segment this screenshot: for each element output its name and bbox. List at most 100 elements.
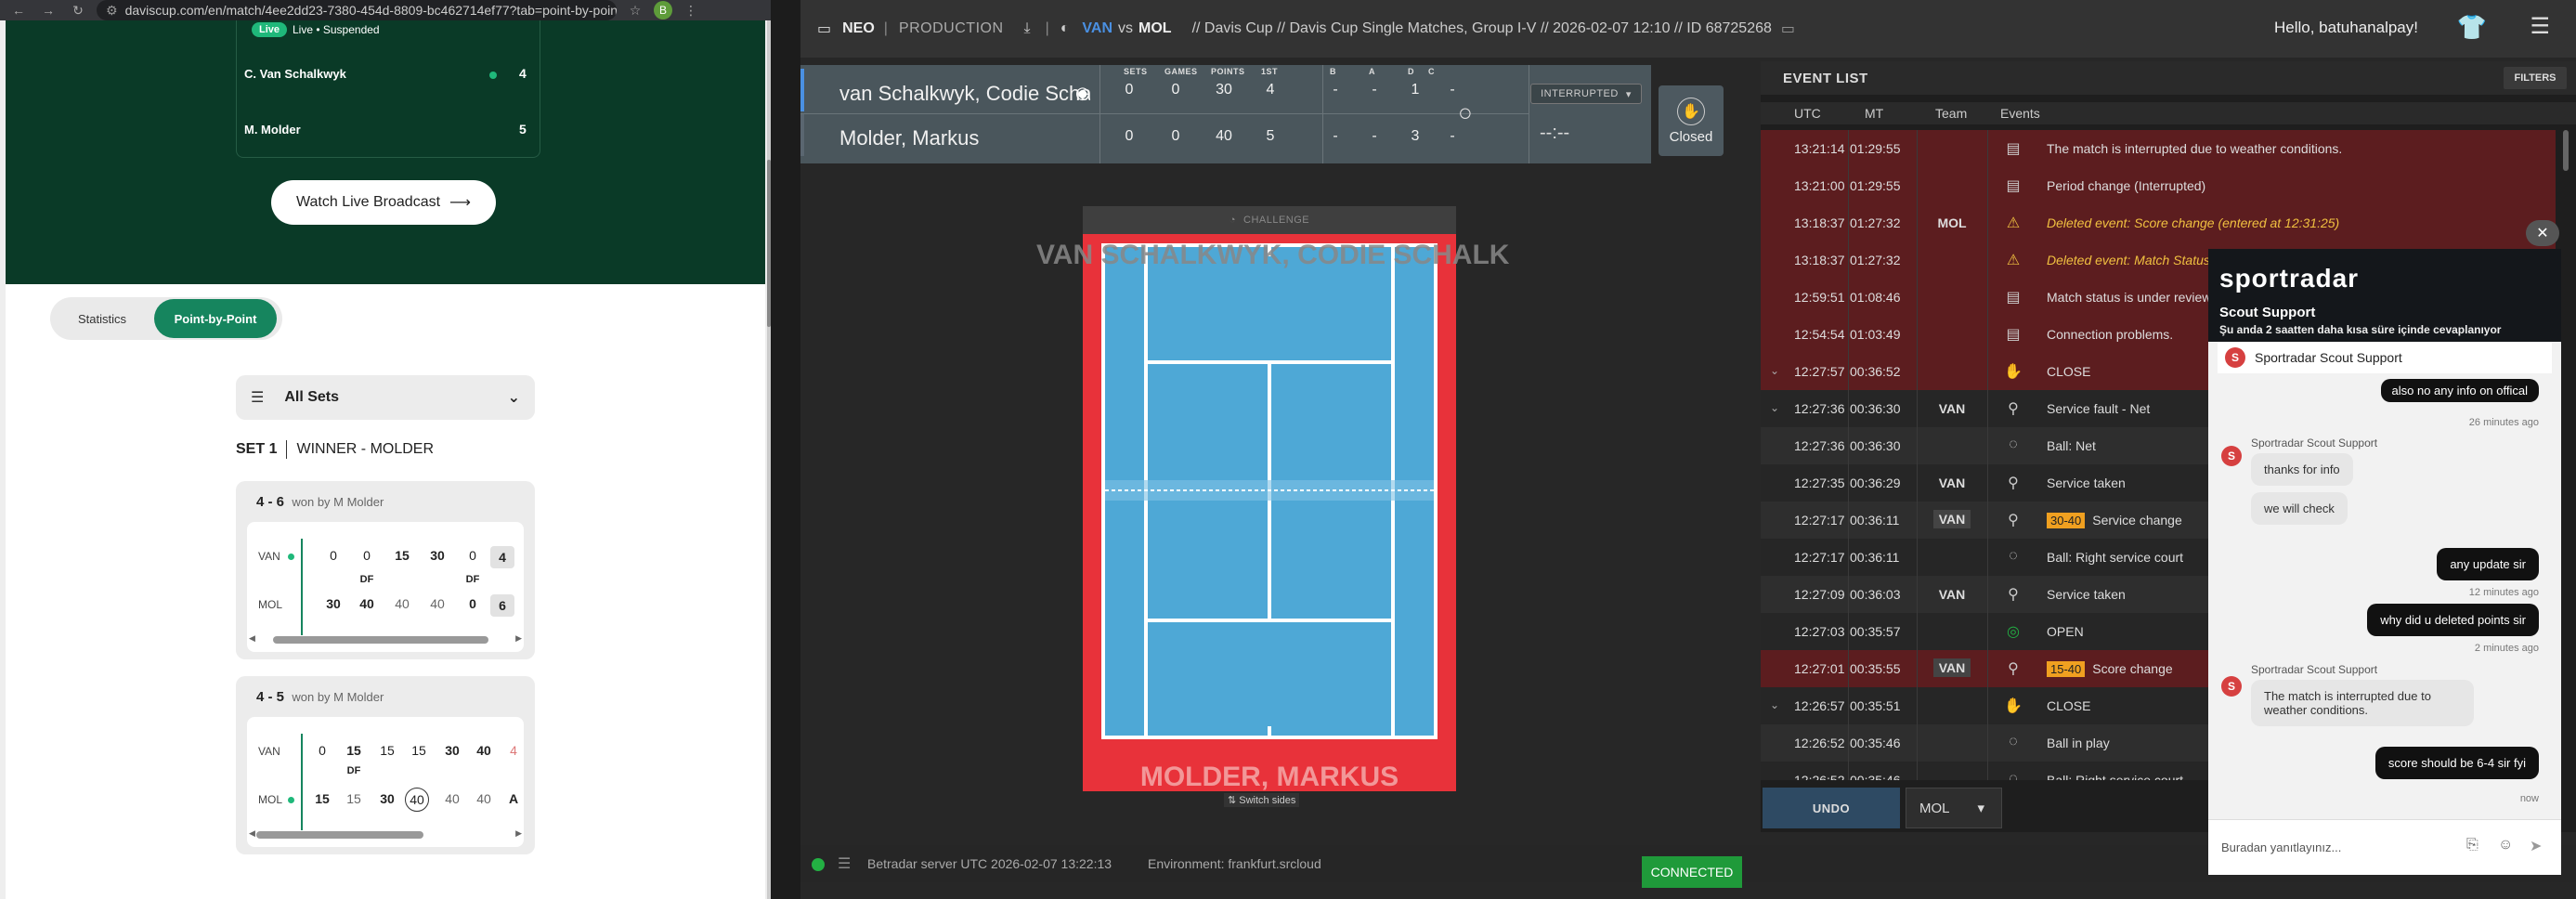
expand-chevron-icon[interactable]: ⌄ [1770, 364, 1779, 377]
event-text: Ball: Right service court [2047, 773, 2183, 780]
stat-a: - [1372, 128, 1377, 144]
challenge-bar[interactable]: ◔ CHALLENGE [1083, 206, 1456, 234]
team-code: VAN [258, 550, 280, 563]
team-select[interactable]: MOL ▾ [1906, 788, 2002, 828]
point-value: 15 [346, 743, 361, 758]
point-value: 30 [430, 548, 445, 563]
open-icon: ◎ [2007, 624, 2020, 640]
event-utc: 12:59:51 [1794, 290, 1845, 305]
scrollbar-thumb[interactable] [256, 831, 423, 839]
point-value: 15 [380, 743, 395, 758]
scroll-right-icon[interactable]: ▶ [515, 633, 522, 644]
undo-button[interactable]: UNDO [1763, 788, 1900, 828]
site-info-icon[interactable]: ⚙ [106, 3, 118, 19]
environment-info: Environment: frankfurt.srcloud [1148, 856, 1321, 871]
point-value-circled: 40 [405, 788, 429, 812]
comment-icon: ▤ [2006, 290, 2021, 306]
event-mt: 00:36:11 [1850, 513, 1900, 528]
point-value: 40 [395, 596, 410, 611]
double-fault-label: DF [359, 574, 374, 585]
filters-button[interactable]: FILTERS [2504, 67, 2567, 89]
event-mt: 01:27:32 [1850, 215, 1901, 230]
horizontal-scrollbar[interactable]: ◀ ▶ [247, 828, 524, 840]
event-row[interactable]: 13:21:00 01:29:55 ▤ Period change (Interrup… [1761, 167, 2556, 204]
event-mt: 00:36:29 [1850, 476, 1901, 490]
point-value: A [508, 791, 519, 806]
horizontal-scrollbar[interactable]: ◀ ▶ [247, 633, 524, 645]
tab-statistics[interactable]: Statistics [56, 302, 149, 335]
comment-icon: ▤ [2006, 178, 2021, 194]
scrollbar-thumb[interactable] [767, 160, 771, 327]
chat-close-button[interactable]: ✕ [2526, 220, 2559, 246]
serve-indicator [288, 554, 294, 560]
stat-c: - [1450, 82, 1455, 98]
sport-ball-icon: ◐ [1060, 20, 1070, 36]
expand-chevron-icon[interactable]: ⌄ [1770, 698, 1779, 711]
scrollbar-thumb[interactable] [273, 636, 488, 644]
event-row[interactable]: 13:21:14 01:29:55 ▤ The match is interrupte… [1761, 130, 2556, 167]
divider [301, 539, 303, 635]
browser-window: ← → ↻ ⚙ daviscup.com/en/match/4ee2dd23-7… [0, 0, 771, 899]
game-title: 4 - 6 won by M Molder [256, 494, 384, 510]
browser-menu-icon[interactable]: ⋮ [680, 3, 702, 19]
address-bar[interactable]: ⚙ daviscup.com/en/match/4ee2dd23-7380-45… [97, 0, 617, 20]
event-list-scrollbar[interactable] [2563, 130, 2569, 171]
back-icon[interactable]: ← [7, 3, 30, 18]
challenge-label: CHALLENGE [1243, 215, 1310, 226]
jersey-icon[interactable]: 👕 [2457, 13, 2487, 42]
closed-button[interactable]: ✋ Closed [1659, 85, 1724, 156]
bottom-player-label: MOLDER, MARKUS [1139, 762, 1399, 792]
chat-input-placeholder[interactable]: Buradan yanıtlayınız... [2221, 840, 2341, 854]
score-badge: 30-40 [2047, 513, 2086, 528]
event-mt: 00:35:46 [1850, 736, 1901, 750]
sportradar-logo: sportradar [2219, 264, 2360, 293]
browser-toolbar: ← → ↻ ⚙ daviscup.com/en/match/4ee2dd23-7… [0, 0, 771, 20]
event-row[interactable]: 13:18:37 01:27:32 MOL ⚠ Deleted event: Score… [1761, 204, 2556, 241]
list-icon[interactable]: ☰ [838, 854, 851, 873]
watch-live-broadcast-button[interactable]: Watch Live Broadcast ⟶ [271, 180, 496, 225]
tennis-court[interactable] [1101, 243, 1438, 739]
menu-list-icon[interactable]: ☰ [2530, 13, 2550, 40]
event-text: Match status is under review [2047, 290, 2211, 305]
emoji-icon[interactable]: ☺ [2498, 837, 2513, 853]
col-events: Events [2000, 106, 2040, 121]
support-chat: sportradar Scout Support Şu anda 2 saatt… [2208, 249, 2561, 875]
event-text: Service fault - Net [2047, 401, 2150, 416]
event-description: Connection problems. [2047, 327, 2174, 342]
send-icon[interactable]: ➤ [2530, 837, 2542, 855]
scroll-left-icon[interactable]: ◀ [249, 633, 255, 644]
extension-icon[interactable]: B [654, 1, 672, 20]
refresh-icon[interactable]: ○ [1458, 98, 1473, 127]
ball-icon: ◌ [2009, 771, 2018, 780]
forward-icon[interactable]: → [37, 3, 59, 18]
hand-stop-icon: ✋ [1677, 97, 1705, 125]
divider [301, 734, 303, 830]
bookmark-star-icon[interactable]: ☆ [624, 3, 646, 19]
filter-sliders-icon: ☰ [251, 390, 265, 406]
game-card: 4 - 5 won by M Molder VAN MOL 0 15 15 15… [236, 676, 535, 854]
sets-dropdown[interactable]: ☰ All Sets ⌄ [236, 375, 535, 420]
match-status-select[interactable]: INTERRUPTED ▾ [1530, 84, 1642, 104]
switch-sides-button[interactable]: ⇅ Switch sides [1224, 793, 1300, 807]
event-mt: 00:36:30 [1850, 438, 1901, 453]
status-dot-icon [812, 858, 825, 871]
col-header: A [1369, 67, 1375, 76]
court-lines [1105, 247, 1434, 736]
attach-icon[interactable]: ⎘ [2466, 837, 2478, 853]
page-scrollbar[interactable] [767, 20, 771, 899]
scroll-right-icon[interactable]: ▶ [515, 828, 522, 839]
chat-input-area[interactable]: Buradan yanıtlayınız... ⎘ ☺ ➤ [2208, 819, 2561, 875]
event-text: Deleted event: Score change (entered at … [2047, 215, 2339, 230]
chat-title: Scout Support [2219, 305, 2316, 320]
stat-b: - [1333, 82, 1338, 98]
tab-point-by-point[interactable]: Point-by-Point [154, 299, 277, 338]
scroll-left-icon[interactable]: ◀ [249, 828, 255, 839]
racket-icon: ⚲ [2008, 476, 2019, 491]
expand-chevron-icon[interactable]: ⌄ [1770, 401, 1779, 414]
monitor-icon[interactable]: ▭ [817, 20, 831, 38]
reload-icon[interactable]: ↻ [67, 3, 89, 19]
chat-agent: S Sportradar Scout Support [2218, 342, 2552, 373]
screen-icon[interactable]: ▭ [1781, 20, 1795, 38]
ball-icon: ◌ [2009, 548, 2018, 564]
download-icon[interactable]: ⤓ [1024, 20, 1031, 37]
